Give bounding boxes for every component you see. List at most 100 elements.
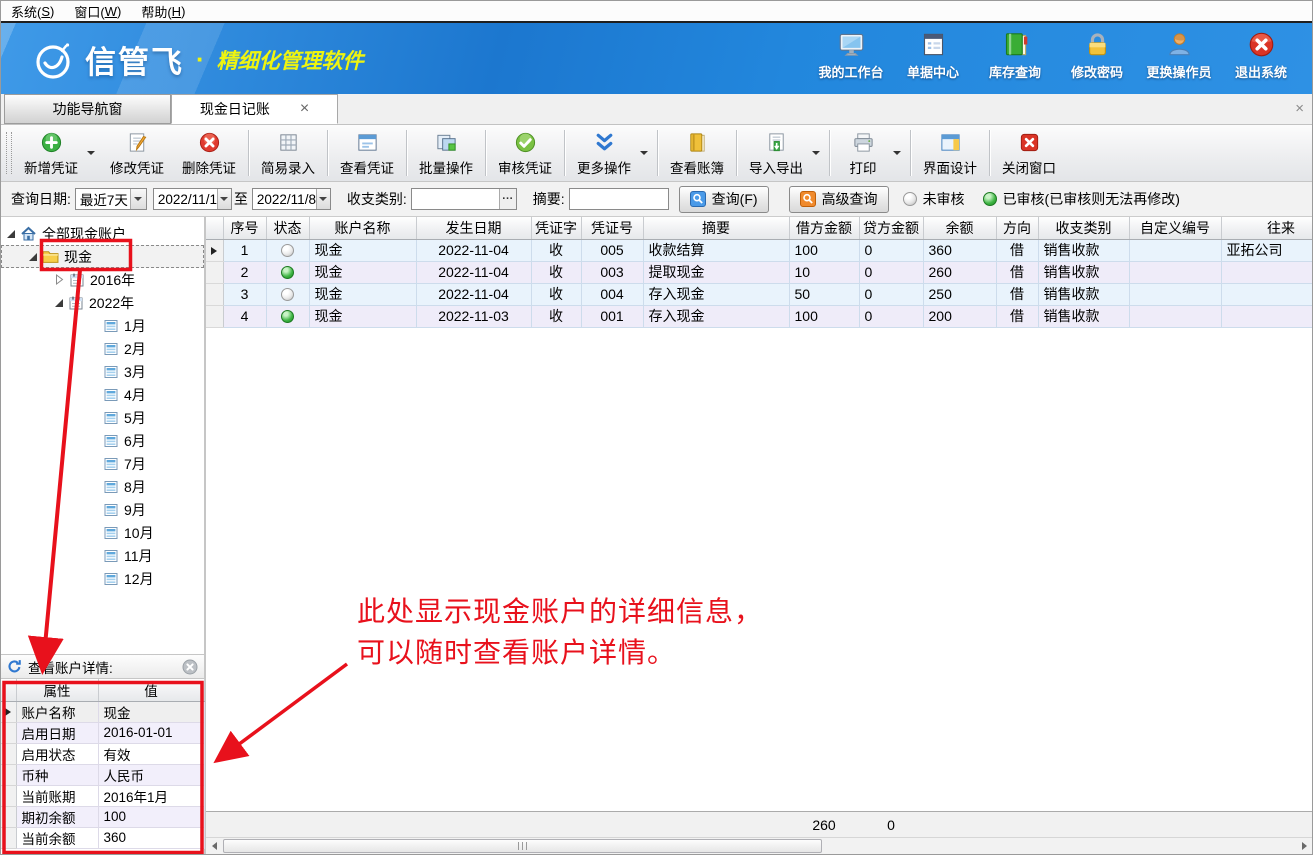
expander-expanded-icon[interactable] xyxy=(29,253,37,261)
dropdown-caret-icon[interactable] xyxy=(87,151,95,155)
toolbar-button[interactable]: 修改凭证 xyxy=(101,126,173,180)
header-action[interactable]: 修改密码 xyxy=(1056,31,1138,81)
tree-node[interactable]: 7月 xyxy=(1,452,204,475)
tab[interactable]: 功能导航窗 xyxy=(4,94,171,124)
tree-node[interactable]: 11月 xyxy=(1,544,204,567)
toolbar-grip[interactable] xyxy=(6,132,12,174)
dropdown-caret-icon[interactable] xyxy=(812,151,820,155)
tree-node[interactable]: 2016年 xyxy=(1,268,204,291)
chevron-down-icon[interactable] xyxy=(217,189,231,209)
scrollbar-thumb[interactable] xyxy=(223,839,822,853)
header-action[interactable]: 我的工作台 xyxy=(810,31,892,81)
date-from-picker[interactable]: 2022/11/1 xyxy=(153,188,232,210)
chevron-down-icon[interactable] xyxy=(316,189,330,209)
chevron-down-icon[interactable] xyxy=(130,189,146,209)
column-header[interactable]: 账户名称 xyxy=(309,217,416,239)
column-header[interactable]: 发生日期 xyxy=(416,217,531,239)
tree-node[interactable]: 5月 xyxy=(1,406,204,429)
tab[interactable]: 现金日记账× xyxy=(171,94,338,124)
column-header[interactable]: 凭证号 xyxy=(581,217,643,239)
advanced-search-button[interactable]: 高级查询 xyxy=(789,186,889,213)
tree-node[interactable]: 9月 xyxy=(1,498,204,521)
table-row[interactable]: 3现金2022-11-04收004存入现金500250借销售收款 xyxy=(206,283,1312,305)
toolbar-button[interactable]: 审核凭证 xyxy=(489,126,561,180)
toolbar-button[interactable]: 批量操作 xyxy=(410,126,482,180)
toolbar-button[interactable]: 界面设计 xyxy=(914,126,986,180)
tree-node-cash[interactable]: 现金 xyxy=(1,245,204,268)
dropdown-caret-icon[interactable] xyxy=(640,151,648,155)
tab-close-icon[interactable]: × xyxy=(300,101,309,117)
tree-node[interactable]: 6月 xyxy=(1,429,204,452)
details-column-header[interactable]: 值 xyxy=(98,679,204,701)
toolbar-button[interactable]: 新增凭证 xyxy=(15,126,87,180)
details-row[interactable]: 启用状态有效 xyxy=(1,743,204,764)
tree-node[interactable]: 2月 xyxy=(1,337,204,360)
table-row[interactable]: 2现金2022-11-04收003提取现金100260借销售收款 xyxy=(206,261,1312,283)
tabbar-close-icon[interactable]: × xyxy=(1295,100,1304,117)
summary-input[interactable] xyxy=(569,188,669,210)
header-action[interactable]: 单据中心 xyxy=(892,31,974,81)
row-selector-cell[interactable] xyxy=(1,701,16,722)
column-header[interactable]: 方向 xyxy=(996,217,1038,239)
row-selector-header[interactable] xyxy=(206,217,223,239)
column-header[interactable]: 序号 xyxy=(223,217,266,239)
header-action[interactable]: 库存查询 xyxy=(974,31,1056,81)
menu-item-W[interactable]: 窗口(W) xyxy=(64,1,131,21)
tree-node[interactable]: 12月 xyxy=(1,567,204,590)
search-button[interactable]: 查询(F) xyxy=(679,186,769,213)
column-header[interactable]: 摘要 xyxy=(643,217,789,239)
row-selector-cell[interactable] xyxy=(1,785,16,806)
column-header[interactable]: 状态 xyxy=(266,217,309,239)
dropdown-caret-icon[interactable] xyxy=(893,151,901,155)
details-row[interactable]: 当前余额360 xyxy=(1,827,204,848)
expander-collapsed-icon[interactable] xyxy=(55,274,64,285)
menu-item-S[interactable]: 系统(S) xyxy=(1,1,64,21)
expander-expanded-icon[interactable] xyxy=(55,299,63,307)
column-header[interactable]: 收支类别 xyxy=(1038,217,1129,239)
column-header[interactable]: 贷方金额 xyxy=(859,217,923,239)
details-close-icon[interactable] xyxy=(182,659,198,675)
toolbar-button[interactable]: 简易录入 xyxy=(252,126,324,180)
row-selector-cell[interactable] xyxy=(1,722,16,743)
tree-node[interactable]: 2022年 xyxy=(1,291,204,314)
scroll-left-arrow[interactable] xyxy=(206,838,222,854)
details-row[interactable]: 启用日期2016-01-01 xyxy=(1,722,204,743)
toolbar-button[interactable]: 导入导出 xyxy=(740,126,812,180)
details-row[interactable]: 当前账期2016年1月 xyxy=(1,785,204,806)
row-selector-cell[interactable] xyxy=(1,827,16,848)
ellipsis-button[interactable]: ··· xyxy=(499,189,516,209)
row-selector-cell[interactable] xyxy=(1,806,16,827)
scroll-right-arrow[interactable] xyxy=(1296,838,1312,854)
table-row[interactable]: 1现金2022-11-04收005收款结算1000360借销售收款亚拓公司 xyxy=(206,239,1312,261)
column-header[interactable]: 自定义编号 xyxy=(1129,217,1221,239)
tree-node[interactable]: 10月 xyxy=(1,521,204,544)
tree-node[interactable]: 全部现金账户 xyxy=(1,222,204,245)
tree-node[interactable]: 3月 xyxy=(1,360,204,383)
expander-expanded-icon[interactable] xyxy=(7,230,15,238)
table-row[interactable]: 4现金2022-11-03收001存入现金1000200借销售收款 xyxy=(206,305,1312,327)
tree-node[interactable]: 4月 xyxy=(1,383,204,406)
row-selector-cell[interactable] xyxy=(206,261,223,283)
column-header[interactable]: 凭证字 xyxy=(531,217,581,239)
tree-node[interactable]: 1月 xyxy=(1,314,204,337)
details-row[interactable]: 账户名称现金 xyxy=(1,701,204,722)
refresh-icon[interactable] xyxy=(7,659,22,674)
details-row[interactable]: 期初余额100 xyxy=(1,806,204,827)
row-selector-cell[interactable] xyxy=(1,764,16,785)
row-selector-cell[interactable] xyxy=(206,283,223,305)
horizontal-scrollbar[interactable] xyxy=(206,837,1312,854)
row-selector-cell[interactable] xyxy=(1,743,16,764)
column-header[interactable]: 往来 xyxy=(1221,217,1312,239)
column-header[interactable]: 借方金额 xyxy=(789,217,859,239)
row-selector-cell[interactable] xyxy=(206,239,223,261)
column-header[interactable]: 余额 xyxy=(923,217,996,239)
row-selector-cell[interactable] xyxy=(206,305,223,327)
menu-item-H[interactable]: 帮助(H) xyxy=(131,1,195,21)
category-input[interactable]: ··· xyxy=(411,188,517,210)
tree-node[interactable]: 8月 xyxy=(1,475,204,498)
toolbar-button[interactable]: 查看账簿 xyxy=(661,126,733,180)
toolbar-button[interactable]: 更多操作 xyxy=(568,126,640,180)
details-row[interactable]: 币种人民币 xyxy=(1,764,204,785)
header-action[interactable]: 退出系统 xyxy=(1220,31,1302,81)
header-action[interactable]: 更换操作员 xyxy=(1138,31,1220,81)
